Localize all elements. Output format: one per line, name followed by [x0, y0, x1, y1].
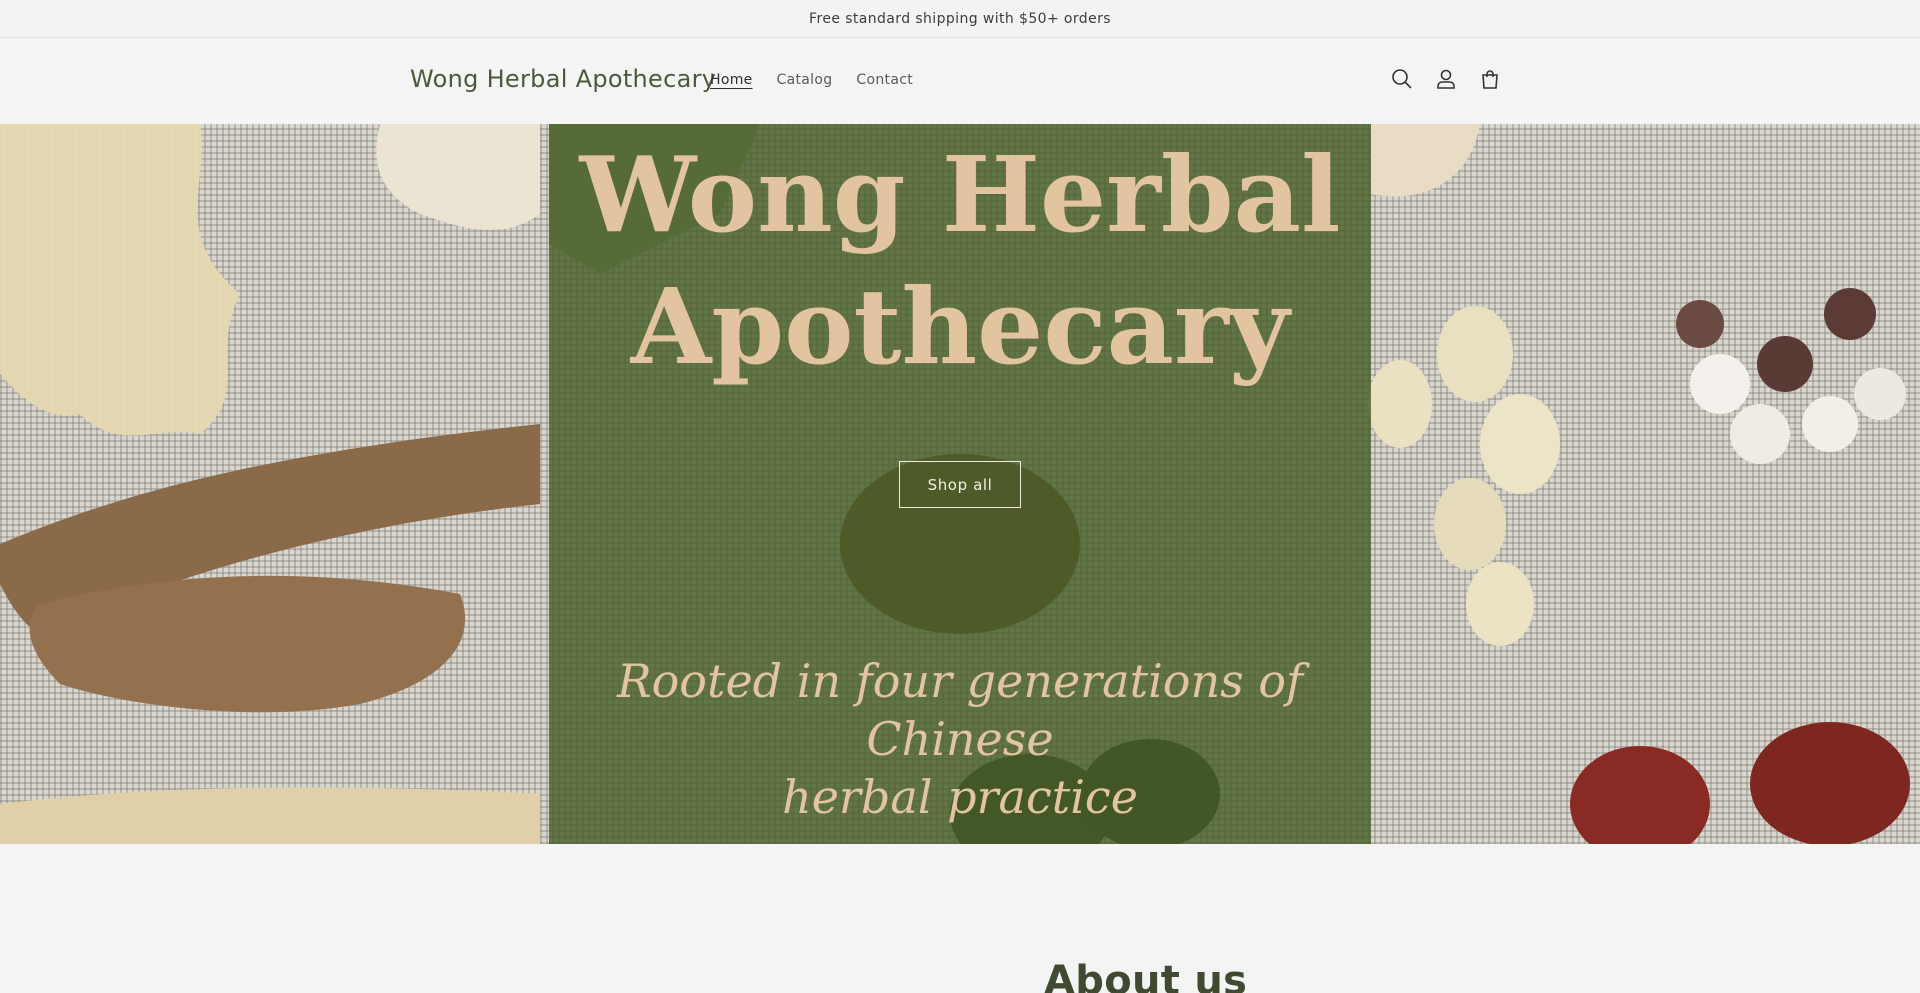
hero-banner: Wong Herbal Apothecary Shop all Rooted i… — [0, 124, 1920, 844]
search-icon[interactable] — [1390, 67, 1414, 91]
hero-subtitle-line1: Rooted in four generations of Chinese — [616, 654, 1304, 766]
hero-title-line2: Apothecary — [630, 265, 1290, 388]
cart-icon[interactable] — [1478, 67, 1502, 91]
about-heading: About us — [1044, 958, 1248, 993]
hero-subtitle-line2: herbal practice — [782, 770, 1138, 824]
nav-item-home[interactable]: Home — [710, 72, 753, 88]
hero-title-line1: Wong Herbal — [579, 133, 1341, 256]
shop-all-button[interactable]: Shop all — [899, 461, 1021, 508]
account-icon[interactable] — [1434, 67, 1458, 91]
announcement-bar: Free standard shipping with $50+ orders — [0, 0, 1920, 38]
main-nav: Home Catalog Contact — [710, 72, 913, 88]
hero-title: Wong Herbal Apothecary — [549, 124, 1371, 393]
nav-item-catalog[interactable]: Catalog — [777, 72, 833, 88]
site-header: Wong Herbal Apothecary Home Catalog Cont… — [0, 39, 1920, 123]
nav-item-contact[interactable]: Contact — [856, 72, 913, 88]
announcement-text: Free standard shipping with $50+ orders — [809, 10, 1111, 27]
hero-subtitle: Rooted in four generations of Chinese he… — [549, 652, 1371, 826]
header-icons — [1390, 67, 1502, 91]
store-logo[interactable]: Wong Herbal Apothecary — [410, 65, 716, 93]
